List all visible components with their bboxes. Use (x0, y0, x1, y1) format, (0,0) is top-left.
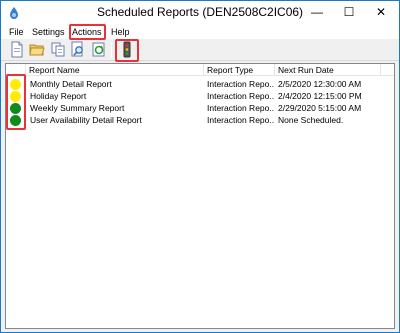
table-row[interactable]: Holiday Report Interaction Repo... 2/4/2… (6, 90, 394, 102)
new-report-icon[interactable] (9, 41, 25, 58)
open-folder-icon[interactable] (29, 41, 45, 58)
copy-icon[interactable] (50, 41, 66, 58)
next-run-date: 2/5/2020 12:30:00 AM (278, 79, 362, 89)
next-run-date: 2/4/2020 12:15:00 PM (278, 91, 362, 101)
column-header-report-type[interactable]: Report Type (204, 64, 275, 76)
report-type: Interaction Repo... (207, 103, 274, 113)
close-button[interactable]: ✕ (365, 1, 397, 23)
column-header-status[interactable] (6, 64, 26, 76)
report-type: Interaction Repo... (207, 79, 274, 89)
title-bar[interactable]: Scheduled Reports (DEN2508C2IC06) — ☐ ✕ (1, 1, 399, 25)
status-green-icon (10, 103, 21, 114)
maximize-button[interactable]: ☐ (333, 1, 365, 23)
scheduled-reports-window: Scheduled Reports (DEN2508C2IC06) — ☐ ✕ … (0, 0, 400, 333)
minimize-button[interactable]: — (301, 1, 333, 23)
search-document-icon[interactable] (70, 41, 86, 58)
menu-file[interactable]: File (7, 25, 26, 39)
toolbar-separator (111, 42, 112, 58)
status-green-icon (10, 115, 21, 126)
run-status-icon[interactable] (119, 41, 135, 58)
report-type: Interaction Repo... (207, 115, 274, 125)
report-type: Interaction Repo... (207, 91, 274, 101)
report-name: Monthly Detail Report (30, 79, 112, 89)
status-yellow-icon (10, 91, 21, 102)
toolbar (1, 39, 399, 61)
menu-bar: File Settings Actions Help (1, 25, 399, 39)
report-name: Weekly Summary Report (30, 103, 125, 113)
table-row[interactable]: User Availability Detail Report Interact… (6, 114, 394, 126)
report-name: Holiday Report (30, 91, 87, 101)
column-header-report-name[interactable]: Report Name (26, 64, 204, 76)
list-header: Report Name Report Type Next Run Date (6, 64, 394, 76)
report-list[interactable]: Report Name Report Type Next Run Date Mo… (5, 63, 395, 329)
refresh-icon[interactable] (91, 41, 107, 58)
report-name: User Availability Detail Report (30, 115, 142, 125)
menu-help[interactable]: Help (109, 25, 132, 39)
column-header-next-run-date[interactable]: Next Run Date (275, 64, 381, 76)
next-run-date: None Scheduled. (278, 115, 344, 125)
column-header-filler (381, 64, 394, 76)
next-run-date: 2/29/2020 5:15:00 AM (278, 103, 362, 113)
table-row[interactable]: Weekly Summary Report Interaction Repo..… (6, 102, 394, 114)
menu-settings[interactable]: Settings (30, 25, 67, 39)
status-yellow-icon (10, 79, 21, 90)
table-row[interactable]: Monthly Detail Report Interaction Repo..… (6, 78, 394, 90)
menu-actions[interactable]: Actions (70, 25, 104, 39)
